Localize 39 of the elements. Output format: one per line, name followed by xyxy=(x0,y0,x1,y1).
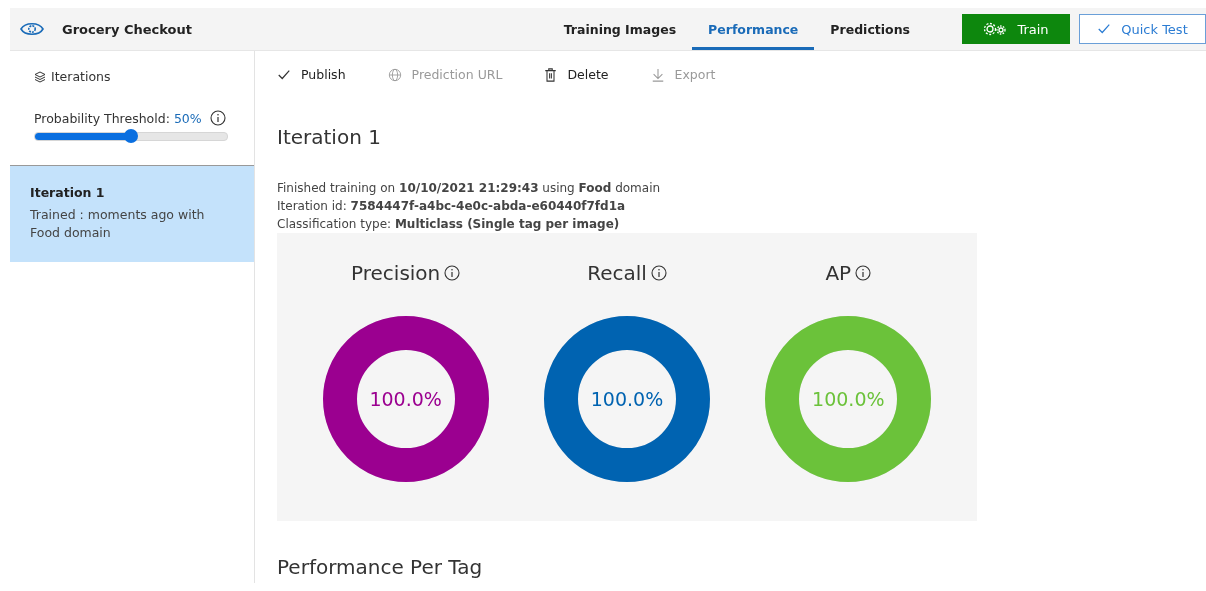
trash-icon xyxy=(544,67,558,82)
detail-line: Classification type: Multiclass (Single tag per image) xyxy=(277,216,621,233)
info-icon[interactable] xyxy=(209,110,226,126)
info-icon[interactable] xyxy=(444,265,461,281)
toolbar-action[interactable]: Delete xyxy=(544,67,609,82)
nav-tab[interactable]: Predictions xyxy=(814,8,926,50)
slider-thumb[interactable] xyxy=(124,129,138,143)
eye-icon xyxy=(20,21,44,37)
train-button[interactable]: Train xyxy=(962,14,1070,44)
iteration-subtitle: Trained : moments ago with Food domain xyxy=(30,206,206,242)
checkmark-icon xyxy=(277,67,291,82)
threshold-slider[interactable] xyxy=(34,132,228,141)
metric-label: AP xyxy=(825,261,852,285)
checkmark-icon xyxy=(1097,22,1112,36)
metric-value: 100.0% xyxy=(369,388,442,410)
toolbar-action[interactable]: Publish xyxy=(277,67,346,82)
iteration-name: Iteration 1 xyxy=(30,185,106,200)
section-title: Performance Per Tag xyxy=(277,555,484,579)
info-icon[interactable] xyxy=(650,265,667,281)
gears-icon xyxy=(983,22,1008,36)
nav-tab[interactable]: Training Images xyxy=(547,8,693,50)
metric-label: Precision xyxy=(351,261,441,285)
download-icon xyxy=(650,67,665,82)
metric-value: 100.0% xyxy=(812,388,885,410)
layers-icon xyxy=(34,70,46,83)
info-icon[interactable] xyxy=(855,265,872,281)
nav-tab[interactable]: Performance xyxy=(692,8,815,50)
quick-test-button[interactable]: Quick Test xyxy=(1079,14,1206,44)
metric-value: 100.0% xyxy=(590,388,664,410)
detail-line: Iteration id: 7584447f-a4bc-4e0c-abda-e60440f7fd1a xyxy=(277,198,627,215)
globe-icon xyxy=(387,67,402,82)
iteration-title: Iteration 1 xyxy=(277,125,382,149)
detail-line: Finished training on 10/10/2021 21:29:43 using Food domain xyxy=(277,180,662,197)
threshold-value: 50% xyxy=(173,110,202,126)
iterations-heading: Iterations xyxy=(51,69,111,84)
iteration-item[interactable]: Iteration 1 Trained : moments ago with Food domain xyxy=(10,165,254,262)
project-title: Grocery Checkout xyxy=(62,21,192,37)
metric-label: Recall xyxy=(587,261,647,285)
threshold-label: Probability Threshold: xyxy=(34,110,170,126)
